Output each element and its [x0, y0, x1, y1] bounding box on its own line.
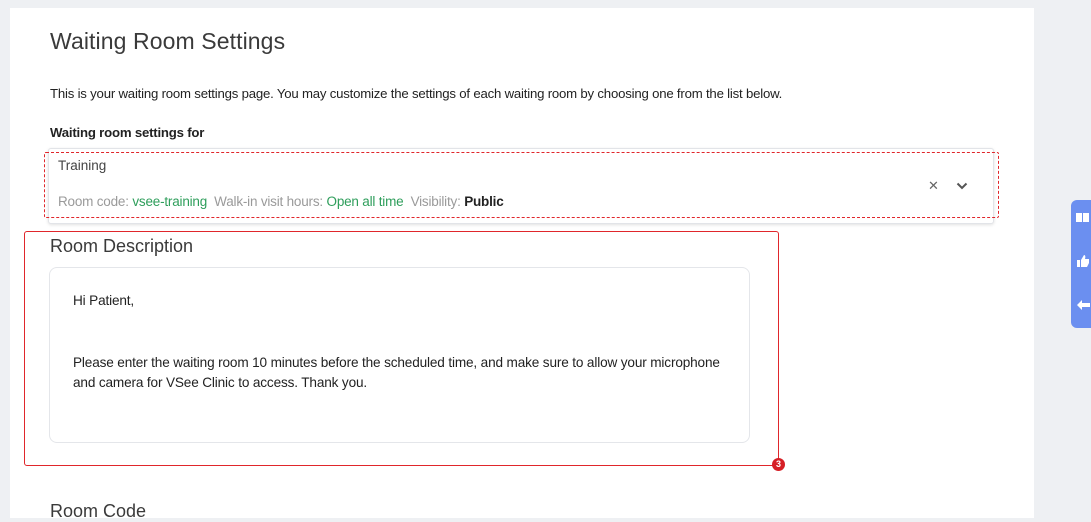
visibility-value: Public	[464, 194, 504, 209]
selected-room-meta: Room code: vsee-training Walk-in visit h…	[58, 194, 504, 209]
settings-for-label: Waiting room settings for	[50, 125, 205, 140]
room-code-value: vsee-training	[132, 194, 208, 209]
thumbs-up-icon[interactable]	[1075, 253, 1091, 269]
waiting-room-select[interactable]	[48, 148, 994, 224]
room-description-title: Room Description	[50, 236, 194, 256]
room-code-title: Room Code	[50, 501, 147, 521]
description-greeting: Hi Patient,	[73, 293, 135, 308]
selected-room-name: Training	[58, 158, 107, 173]
back-arrow-icon[interactable]	[1075, 297, 1091, 313]
book-icon[interactable]	[1075, 210, 1091, 226]
page-title: Waiting Room Settings	[50, 28, 286, 54]
room-code-label: Room code:	[58, 194, 129, 209]
hours-label: Walk-in visit hours:	[214, 194, 323, 209]
page-intro: This is your waiting room settings page.…	[50, 86, 783, 101]
hours-value: Open all time	[326, 194, 404, 209]
visibility-label: Visibility:	[410, 194, 461, 209]
chevron-down-icon[interactable]	[956, 178, 968, 196]
close-icon[interactable]: ✕	[928, 178, 939, 194]
description-body: Please enter the waiting room 10 minutes…	[73, 355, 720, 390]
annotation-badge: 3	[772, 458, 785, 471]
